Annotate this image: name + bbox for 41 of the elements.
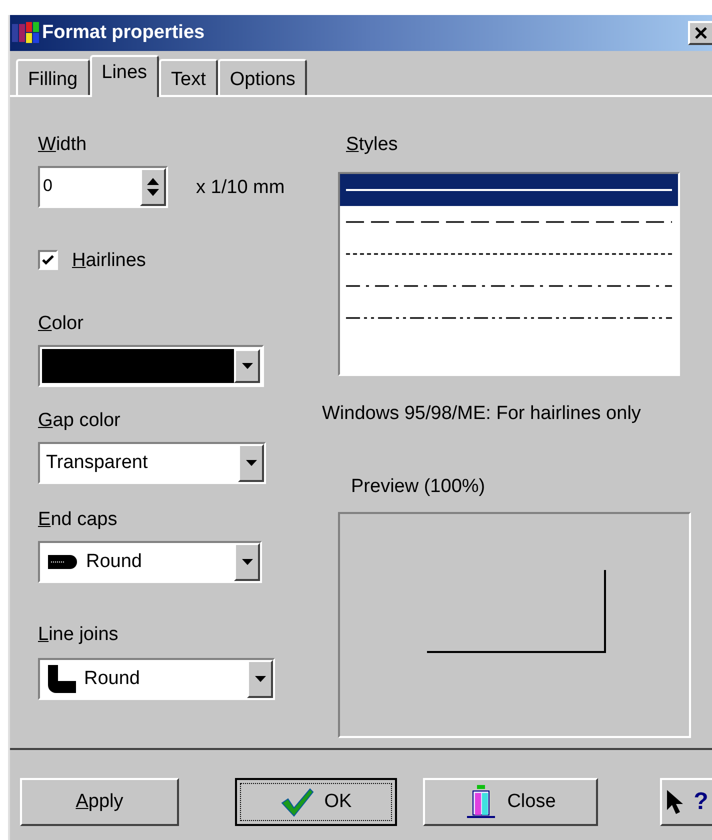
window-title: Format properties: [42, 20, 205, 45]
gap-color-dropdown[interactable]: Transparent: [38, 442, 266, 484]
line-joins-dropdown[interactable]: Round: [38, 658, 275, 700]
dialog-button[interactable]: Apply: [20, 778, 179, 826]
checkmark-icon: [280, 787, 314, 817]
hairlines-checkbox[interactable]: [38, 250, 58, 270]
style-option[interactable]: [340, 174, 678, 206]
dropdown-arrow-icon: [254, 676, 266, 682]
preview-label: Preview (100%): [351, 476, 486, 496]
tab[interactable]: Text: [159, 59, 218, 95]
tab[interactable]: Options: [218, 59, 308, 95]
styles-list[interactable]: [338, 172, 680, 376]
field-label: Line joins: [38, 625, 118, 644]
check-icon: [42, 255, 54, 265]
close-icon: [695, 27, 707, 39]
list-label: Styles: [346, 135, 398, 154]
checkbox-label: Hairlines: [72, 250, 146, 270]
tab[interactable]: Lines: [90, 55, 160, 97]
tab[interactable]: Filling: [16, 59, 90, 95]
line-join-icon: [48, 665, 76, 693]
pointer-icon: [666, 789, 684, 815]
width-spin-field[interactable]: 0: [38, 166, 168, 208]
color-dropdown[interactable]: [38, 345, 264, 387]
dropdown-arrow-icon: [242, 363, 252, 369]
dialog-button[interactable]: OK: [235, 778, 397, 826]
end-cap-icon: [48, 555, 78, 569]
spin-arrows-icon: [147, 177, 159, 197]
close-button[interactable]: [688, 21, 712, 45]
end-caps-dropdown[interactable]: Round: [38, 541, 262, 583]
dropdown-arrow-icon: [242, 559, 252, 565]
field-label: Width: [38, 135, 87, 154]
hairlines-note: Windows 95/98/ME: For hairlines only: [322, 402, 642, 426]
field-label: End caps: [38, 510, 118, 529]
dropdown-arrow-icon: [246, 460, 256, 466]
field-label: Gap color: [38, 411, 120, 430]
unit-label: x 1/10 mm: [196, 178, 285, 196]
field-label: Color: [38, 314, 84, 333]
dialog-button[interactable]: Close: [423, 778, 598, 826]
app-icon: [12, 22, 40, 44]
help-button[interactable]: ?: [660, 778, 712, 826]
door-icon: [465, 785, 498, 819]
